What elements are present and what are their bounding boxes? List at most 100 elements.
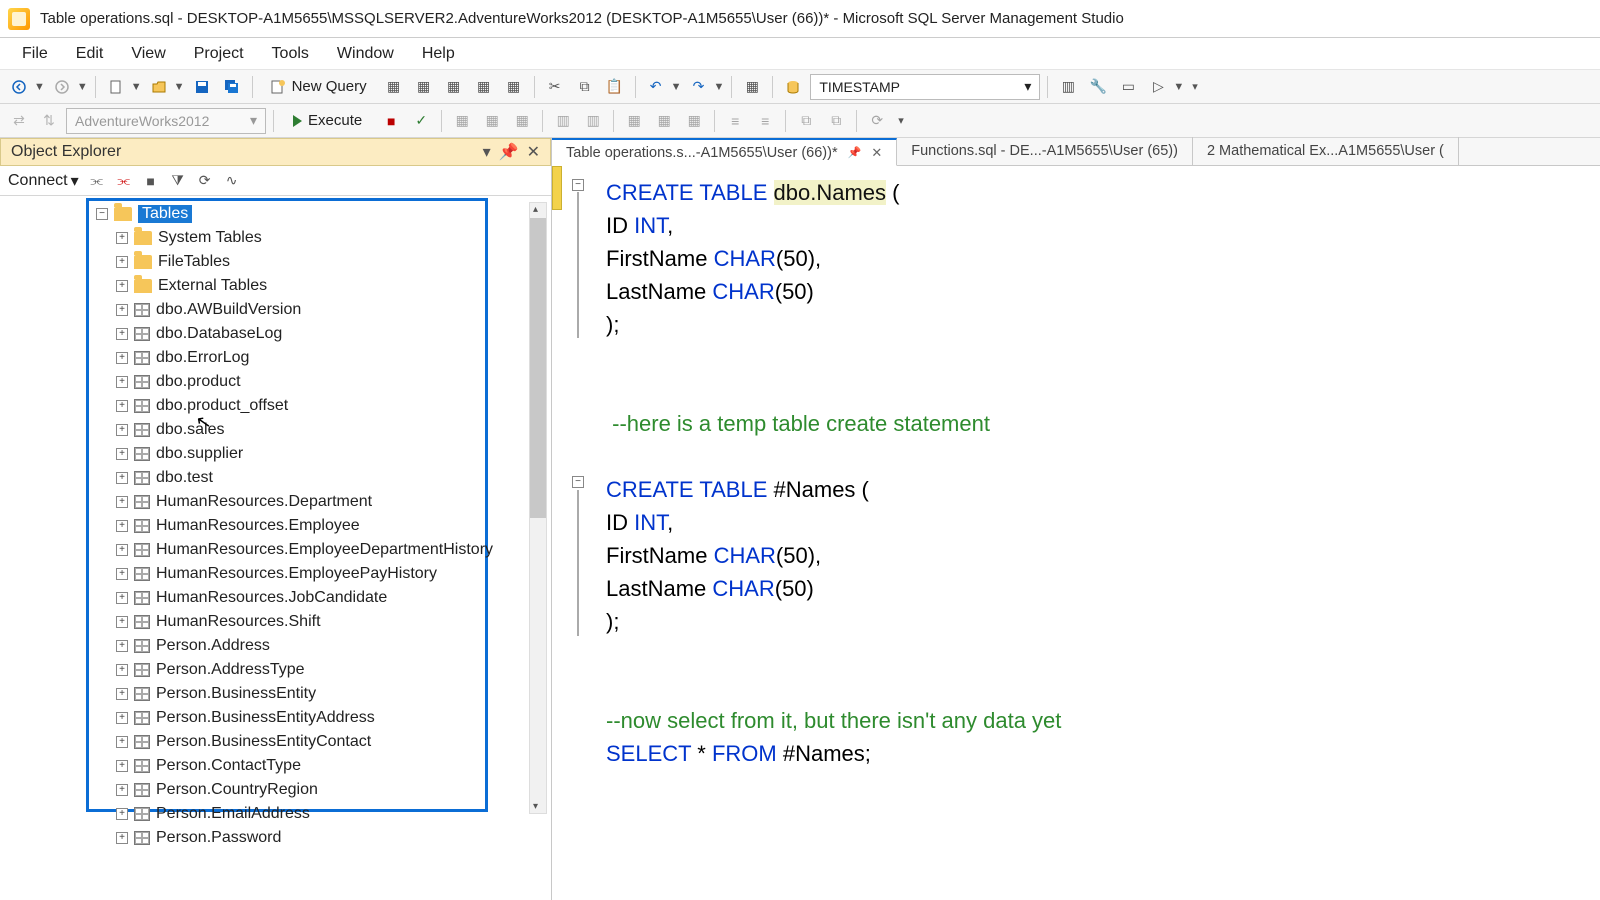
dropdown-icon[interactable]: ▼ — [77, 81, 88, 93]
tree-node[interactable]: +dbo.sales — [12, 418, 551, 442]
dropdown-icon[interactable]: ▼ — [671, 81, 682, 93]
expander-icon[interactable]: + — [116, 832, 128, 844]
tab-table-operations[interactable]: Table operations.s...-A1M5655\User (66))… — [552, 138, 897, 166]
tree-node[interactable]: +Person.CountryRegion — [12, 778, 551, 802]
tree-node[interactable]: +FileTables — [12, 250, 551, 274]
dropdown-icon[interactable]: ▼ — [713, 81, 724, 93]
tb-icon[interactable]: ▦ — [479, 108, 505, 134]
uncomment-icon[interactable]: ⧉ — [823, 108, 849, 134]
expander-icon[interactable]: + — [116, 784, 128, 796]
tb-icon[interactable]: ▦ — [651, 108, 677, 134]
tool-play-icon[interactable]: ▷ — [1145, 74, 1171, 100]
tb-icon[interactable]: ⟳ — [864, 108, 890, 134]
expander-icon[interactable]: + — [116, 400, 128, 412]
menu-project[interactable]: Project — [180, 41, 258, 67]
expander-icon[interactable]: + — [116, 568, 128, 580]
tree-node[interactable]: +HumanResources.EmployeePayHistory — [12, 562, 551, 586]
indent-icon[interactable]: ≡ — [722, 108, 748, 134]
expander-icon[interactable]: + — [116, 688, 128, 700]
cut-button[interactable]: ✂ — [542, 74, 568, 100]
fold-toggle[interactable]: − — [572, 476, 584, 488]
expander-icon[interactable]: + — [116, 592, 128, 604]
expander-icon[interactable]: + — [116, 808, 128, 820]
expander-icon[interactable]: + — [116, 352, 128, 364]
tb-icon[interactable]: ▦ — [509, 108, 535, 134]
oe-activity-icon[interactable]: ∿ — [223, 172, 241, 190]
menu-tools[interactable]: Tools — [258, 41, 323, 67]
save-button[interactable] — [189, 74, 215, 100]
dropdown-icon[interactable]: ▼ — [131, 81, 142, 93]
stop-button[interactable]: ■ — [378, 108, 404, 134]
menu-edit[interactable]: Edit — [62, 41, 118, 67]
tree-node[interactable]: +HumanResources.EmployeeDepartmentHistor… — [12, 538, 551, 562]
expander-icon[interactable]: + — [116, 544, 128, 556]
expander-icon[interactable]: + — [116, 664, 128, 676]
pin-icon[interactable]: 📌 — [848, 146, 862, 159]
db-query-icon-1[interactable]: ▦ — [381, 74, 407, 100]
connect-icon[interactable]: ⇄ — [6, 108, 32, 134]
tb-icon[interactable]: ▦ — [681, 108, 707, 134]
close-icon[interactable]: ✕ — [527, 142, 540, 162]
expander-icon[interactable]: + — [116, 472, 128, 484]
tool-wrench-icon[interactable]: 🔧 — [1085, 74, 1111, 100]
undo-button[interactable]: ↶ — [643, 74, 669, 100]
change-connection-icon[interactable]: ⇅ — [36, 108, 62, 134]
new-item-button[interactable] — [103, 74, 129, 100]
oe-refresh-icon[interactable]: ⟳ — [196, 172, 214, 190]
expander-icon[interactable]: − — [96, 208, 108, 220]
expander-icon[interactable]: + — [116, 280, 128, 292]
menu-view[interactable]: View — [117, 41, 179, 67]
tree-node[interactable]: +HumanResources.Employee — [12, 514, 551, 538]
execute-button[interactable]: Execute — [281, 109, 374, 132]
tree-node[interactable]: +dbo.ErrorLog — [12, 346, 551, 370]
tree-node[interactable]: +Person.ContactType — [12, 754, 551, 778]
db-query-icon-2[interactable]: ▦ — [411, 74, 437, 100]
fold-toggle[interactable]: − — [572, 179, 584, 191]
tb-icon[interactable]: ▥ — [550, 108, 576, 134]
tree-node[interactable]: +dbo.DatabaseLog — [12, 322, 551, 346]
expander-icon[interactable]: + — [116, 496, 128, 508]
type-combo[interactable]: TIMESTAMP ▾ — [810, 74, 1040, 100]
menu-file[interactable]: File — [8, 41, 62, 67]
dropdown-icon[interactable]: ▼ — [34, 81, 45, 93]
tree-node[interactable]: +HumanResources.JobCandidate — [12, 586, 551, 610]
tree-node[interactable]: +Person.BusinessEntityContact — [12, 730, 551, 754]
pin-icon[interactable]: 📌 — [499, 142, 519, 162]
nav-forward-button[interactable] — [49, 74, 75, 100]
open-button[interactable] — [146, 74, 172, 100]
overflow-icon[interactable]: ▾ — [1192, 80, 1198, 93]
tree-node[interactable]: +HumanResources.Department — [12, 490, 551, 514]
menu-help[interactable]: Help — [408, 41, 469, 67]
grid-button[interactable]: ▦ — [739, 74, 765, 100]
expander-icon[interactable]: + — [116, 256, 128, 268]
tree-node[interactable]: +Person.AddressType — [12, 658, 551, 682]
paste-button[interactable]: 📋 — [602, 74, 628, 100]
expander-icon[interactable]: + — [116, 328, 128, 340]
tb-icon[interactable]: ▦ — [621, 108, 647, 134]
db-query-icon-4[interactable]: ▦ — [471, 74, 497, 100]
tree-node[interactable]: −Tables — [12, 202, 551, 226]
db-icon[interactable] — [780, 74, 806, 100]
tree-node[interactable]: +Person.Address — [12, 634, 551, 658]
expander-icon[interactable]: + — [116, 232, 128, 244]
db-query-icon-5[interactable]: ▦ — [501, 74, 527, 100]
expander-icon[interactable]: + — [116, 736, 128, 748]
oe-connect-icon[interactable]: ⫘ — [88, 172, 106, 190]
expander-icon[interactable]: + — [116, 520, 128, 532]
db-query-icon-3[interactable]: ▦ — [441, 74, 467, 100]
dropdown-icon[interactable]: ▼ — [1173, 81, 1184, 93]
tree-node[interactable]: +Person.BusinessEntity — [12, 682, 551, 706]
close-icon[interactable]: ✕ — [871, 145, 882, 161]
oe-stop-icon[interactable]: ■ — [142, 172, 160, 190]
tab-math-examples[interactable]: 2 Mathematical Ex...A1M5655\User ( — [1193, 137, 1459, 165]
tree-node[interactable]: +dbo.AWBuildVersion — [12, 298, 551, 322]
tool-box-icon[interactable]: ▭ — [1115, 74, 1141, 100]
connect-button[interactable]: Connect ▾ — [8, 171, 79, 191]
tree-node[interactable]: +Person.Password — [12, 826, 551, 850]
overflow-icon[interactable]: ▾ — [898, 114, 904, 127]
tree-node[interactable]: +dbo.product_offset — [12, 394, 551, 418]
tree-node[interactable]: +HumanResources.Shift — [12, 610, 551, 634]
nav-back-button[interactable] — [6, 74, 32, 100]
expander-icon[interactable]: + — [116, 424, 128, 436]
expander-icon[interactable]: + — [116, 640, 128, 652]
